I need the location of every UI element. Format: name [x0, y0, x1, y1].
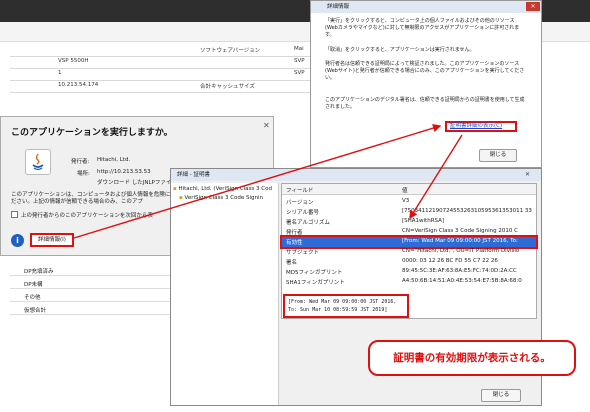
- validity-detail-box: [From: Wed Mar 09 09:00:00 JST 2016, To:…: [283, 294, 409, 318]
- field-value: [From: Wed Mar 09 09:00:00 JST 2016, To:: [402, 238, 518, 244]
- tree-item[interactable]: ▪ VeriSign Class 3 Code Signin: [179, 195, 263, 201]
- table-row[interactable]: SHA1フィンガプリント A4:50:6B:14:51:A0:4E:53:54:E…: [282, 277, 536, 287]
- table-row[interactable]: サブジェクト CN="Hitachi, Ltd.", OU=IT Platform…: [282, 247, 536, 257]
- field-name: MD5フィンガプリント: [286, 270, 343, 276]
- annotation-callout: 証明書の有効期限が表示される。: [368, 340, 576, 376]
- list-item: DP充填済み: [10, 266, 190, 276]
- info-icon: i: [11, 234, 24, 247]
- table-cell: SVP: [294, 70, 305, 76]
- dialog-title: 詳細情報: [311, 1, 541, 13]
- list-item: DP未構: [10, 279, 190, 289]
- table-cell: 合計キャッシュサイズ: [200, 84, 255, 90]
- storage-summary-table: ソフトウェアバージョン Mai VSP 5500H SVP 1 SVP 10.2…: [10, 44, 310, 114]
- table-row[interactable]: 署名アルゴリズム [SHA1withRSA]: [282, 217, 536, 227]
- table-header-cell: ソフトウェアバージョン: [200, 48, 261, 54]
- value-column-header: 値: [402, 188, 408, 194]
- folder-icon: ▪: [179, 195, 183, 201]
- certificate-tree: ▪ Hitachi, Ltd. (VeriSign Class 3 Cod ▪ …: [171, 183, 279, 405]
- field-name: バージョン: [286, 200, 314, 206]
- details-paragraph: 「取消」をクリックすると、アプリケーションは実行されません。: [325, 47, 475, 53]
- field-value: CN="Hitachi, Ltd.", OU=IT Platform Divis…: [402, 248, 520, 254]
- warning-text: ださい。上記の情報が信頼できる場合のみ、このアプ: [11, 199, 143, 205]
- publisher-label: 発行者:: [71, 159, 90, 165]
- java-logo-icon: [25, 149, 51, 175]
- close-button[interactable]: 閉じる: [479, 149, 517, 162]
- details-paragraph: このアプリケーションのデジタル署名は、信頼できる証明局からの証明書を使用して生成…: [325, 97, 525, 110]
- validity-to: To: Sun Mar 10 08:59:59 JST 2019]: [288, 307, 388, 313]
- close-button[interactable]: 閉じる: [481, 389, 521, 402]
- field-value: 89:45:5C:3E:AF:63:8A:E5:FC:74:0D:2A:CC: [402, 268, 517, 274]
- table-header: フィールド 値: [282, 184, 536, 195]
- tree-item-label: VeriSign Class 3 Code Signin: [184, 195, 264, 201]
- dialog-title: このアプリケーションを実行しますか。: [11, 128, 173, 138]
- field-name: SHA1フィンガプリント: [286, 280, 345, 286]
- field-value: CN=VeriSign Class 3 Code Signing 2010 C: [402, 228, 518, 234]
- more-info-button[interactable]: 詳細情報(I): [30, 233, 74, 247]
- field-value: 0000: 03 12 26 BC FD 55 C7 22 26: [402, 258, 498, 264]
- table-cell: VSP 5500H: [58, 58, 89, 64]
- dialog-title: 詳細 - 証明書: [171, 169, 541, 181]
- field-name: 発行者: [286, 230, 303, 236]
- table-row[interactable]: 署名 0000: 03 12 26 BC FD 55 C7 22 26: [282, 257, 536, 267]
- folder-icon: ▪: [173, 186, 177, 192]
- field-name: シリアル番号: [286, 210, 319, 216]
- table-row[interactable]: 発行者 CN=VeriSign Class 3 Code Signing 2010…: [282, 227, 536, 237]
- table-row-selected[interactable]: 有効性 [From: Wed Mar 09 09:00:00 JST 2016, …: [280, 235, 538, 249]
- field-value: V3: [402, 198, 410, 204]
- table-row: 10.213.54.174 合計キャッシュサイズ: [10, 80, 310, 93]
- tree-item-label: Hitachi, Ltd. (VeriSign Class 3 Cod: [178, 186, 272, 192]
- close-icon[interactable]: ✕: [526, 2, 540, 11]
- close-icon[interactable]: ✕: [263, 121, 270, 130]
- field-name: サブジェクト: [286, 250, 320, 256]
- table-row[interactable]: MD5フィンガプリント 89:45:5C:3E:AF:63:8A:E5:FC:74…: [282, 267, 536, 277]
- table-row[interactable]: シリアル番号 [750341121907245532631059536135301…: [282, 207, 536, 217]
- field-value: A4:50:6B:14:51:A0:4E:53:54:E7:5B:8A:68:0: [402, 278, 522, 284]
- field-value: [7503411219072455326310595361353011 33: [402, 208, 532, 214]
- field-name: 署名: [286, 260, 298, 266]
- close-icon[interactable]: ✕: [525, 171, 530, 178]
- field-name: 署名アルゴリズム: [286, 220, 330, 226]
- list-item: 仮想合計: [10, 305, 190, 315]
- download-note: ダウンロード したJNLPファイ: [97, 180, 172, 186]
- dont-show-again-checkbox[interactable]: [11, 211, 18, 218]
- table-cell: SVP: [294, 58, 305, 64]
- location-label: 場所:: [77, 171, 90, 177]
- table-cell: 10.213.54.174: [58, 82, 99, 88]
- list-item: その他: [10, 292, 190, 302]
- validity-from: [From: Wed Mar 09 09:00:00 JST 2016,: [288, 299, 397, 305]
- details-dialog: 詳細情報 ✕ 「実行」をクリックすると、コンピュータ上の個人ファイルおよびその他…: [310, 0, 542, 168]
- tree-item[interactable]: ▪ Hitachi, Ltd. (VeriSign Class 3 Cod: [173, 186, 272, 192]
- table-header-cell: Mai: [294, 46, 304, 52]
- checkbox-label: 上の発行者からのこのアプリケーションを次回から表: [21, 213, 153, 219]
- table-row[interactable]: バージョン V3: [282, 197, 536, 207]
- field-name: 有効性: [286, 240, 303, 246]
- table-cell: 1: [58, 70, 62, 76]
- location-value: http://10.213.53.53: [97, 169, 151, 175]
- field-column-header: フィールド: [286, 188, 314, 194]
- publisher-value: Hitachi, Ltd.: [97, 157, 131, 163]
- view-certificate-link[interactable]: 証明書詳細の表示(C): [445, 121, 517, 132]
- field-value: [SHA1withRSA]: [402, 218, 445, 224]
- details-paragraph: 発行者名は信頼できる証明局によって検証されました。このアプリケーションのソース(…: [325, 61, 525, 81]
- details-paragraph: 「実行」をクリックすると、コンピュータ上の個人ファイルおよびその他のリソース(W…: [325, 18, 520, 38]
